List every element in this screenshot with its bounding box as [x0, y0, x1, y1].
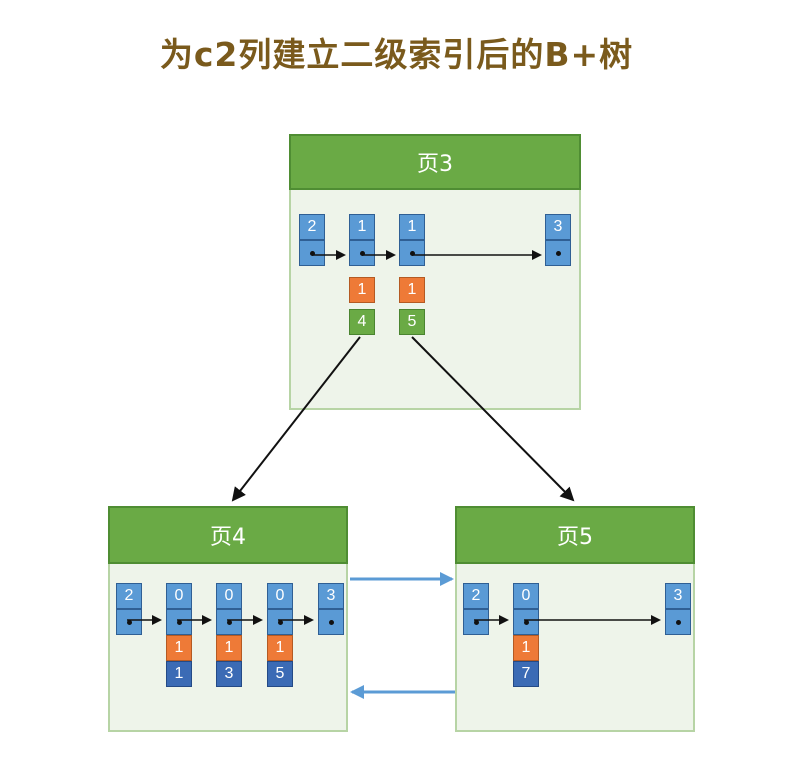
- edge-page3-to-page5: [411, 336, 575, 502]
- edge-page3-to-page4: [231, 336, 361, 502]
- arrows-overlay: [127, 250, 661, 699]
